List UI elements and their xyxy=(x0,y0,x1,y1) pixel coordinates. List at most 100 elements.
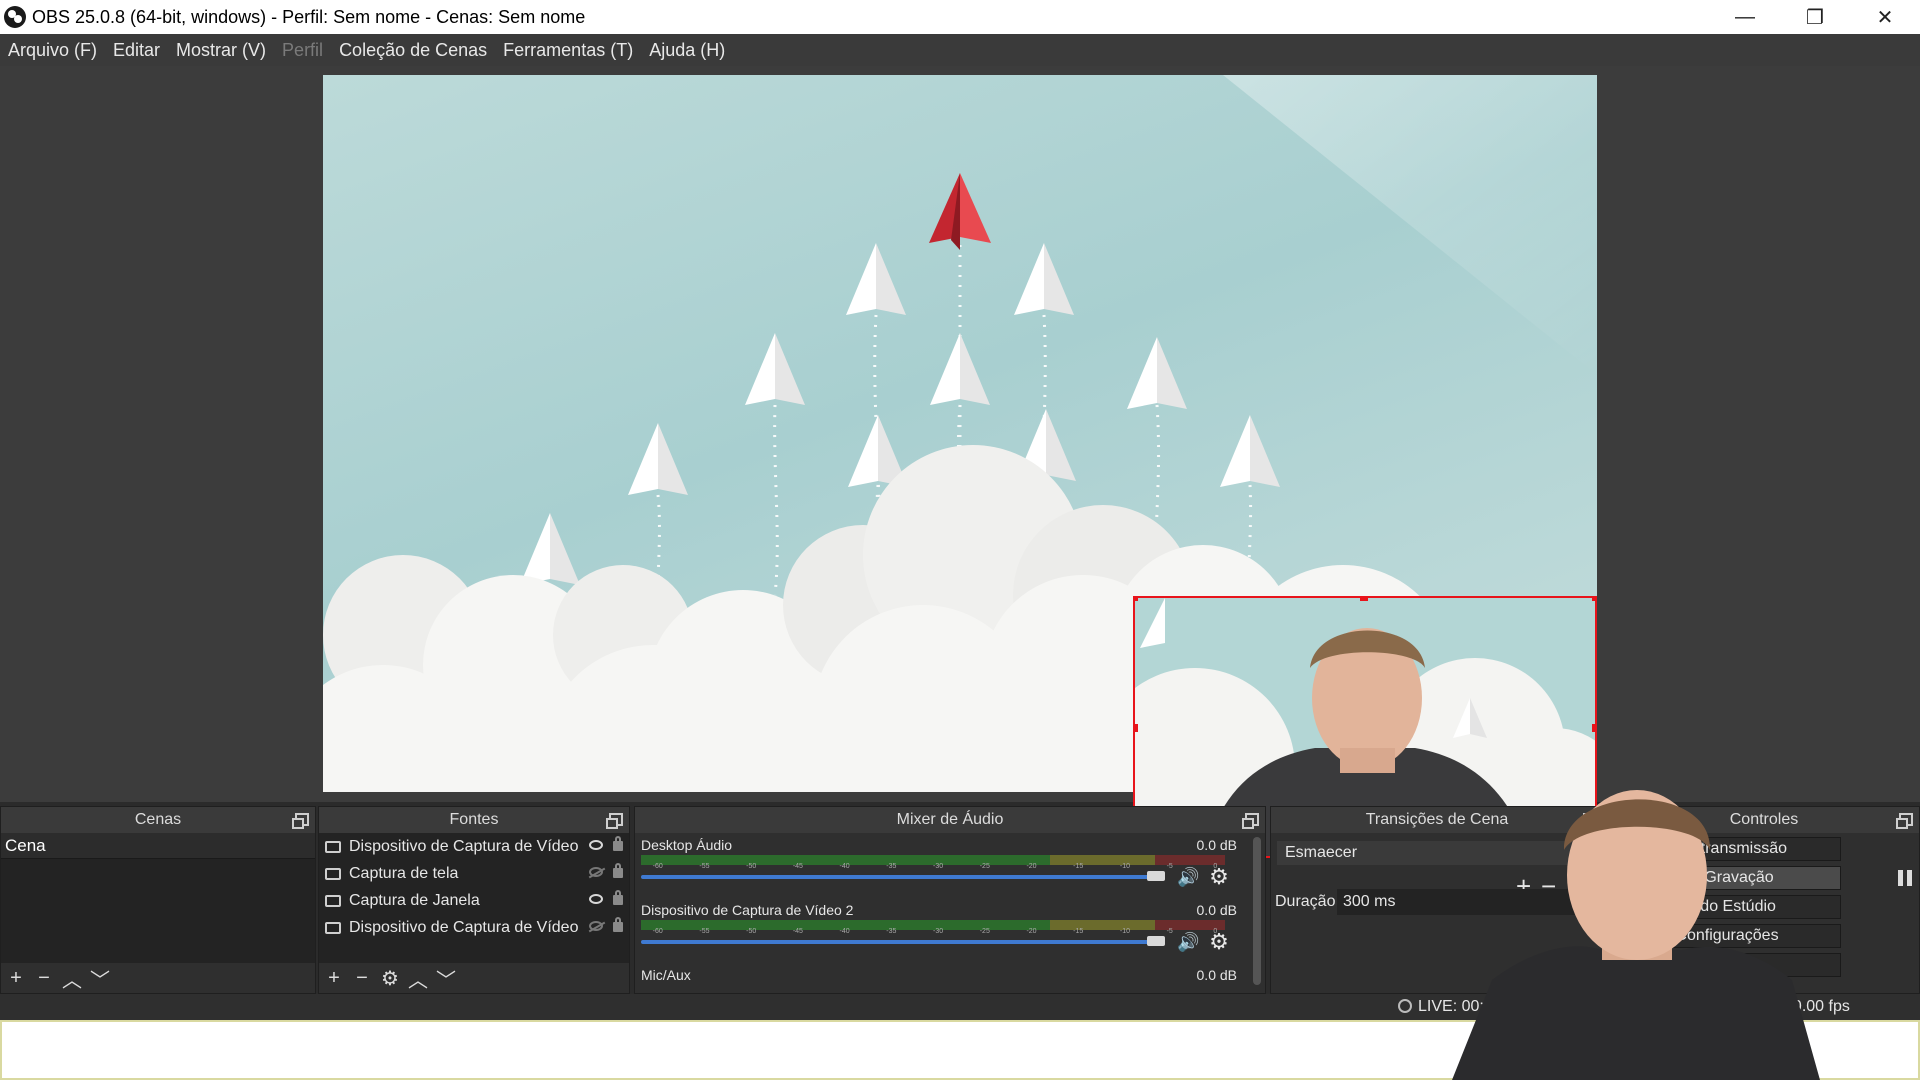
sources-dock-header: Fontes xyxy=(319,807,629,833)
visibility-hidden-icon[interactable] xyxy=(589,921,603,931)
undock-icon[interactable] xyxy=(1896,813,1913,829)
scale-tick: -20 xyxy=(1026,928,1037,935)
menu-ajuda[interactable]: Ajuda (H) xyxy=(641,40,733,61)
scale-tick: -5 xyxy=(1166,863,1173,870)
move-up-icon[interactable]: ︿ xyxy=(408,968,428,992)
scale-tick: -30 xyxy=(933,928,944,935)
menu-colecao-de-cenas[interactable]: Coleção de Cenas xyxy=(331,40,495,61)
speaker-icon[interactable]: 🔊 xyxy=(1177,867,1199,887)
scale-tick: -45 xyxy=(792,928,803,935)
mixer-track: Mic/Aux 0.0 dB xyxy=(639,967,1245,991)
scale-tick: -5 xyxy=(1166,928,1173,935)
window-icon xyxy=(325,894,341,907)
source-label: Dispositivo de Captura de Vídeo xyxy=(349,837,579,855)
menu-ferramentas[interactable]: Ferramentas (T) xyxy=(495,40,641,61)
pause-recording-icon[interactable] xyxy=(1895,866,1915,890)
menu-bar: Arquivo (F) Editar Mostrar (V) Perfil Co… xyxy=(0,34,1920,66)
sources-dock: Fontes Dispositivo de Captura de Vídeo C… xyxy=(318,806,630,994)
volume-slider[interactable] xyxy=(641,875,1165,879)
minimize-button[interactable]: — xyxy=(1710,0,1780,34)
scenes-dock: Cenas Cena + − ︿ ﹀ xyxy=(0,806,316,994)
mixer-tracks: Desktop Áudio 0.0 dB -60 -55 -50 -45 -40… xyxy=(635,833,1265,993)
scenes-list[interactable]: Cena xyxy=(1,833,315,963)
mixer-dock-title: Mixer de Áudio xyxy=(896,811,1004,828)
camera-icon xyxy=(325,921,341,934)
sources-list[interactable]: Dispositivo de Captura de Vídeo Captura … xyxy=(319,833,629,963)
scale-tick: -50 xyxy=(746,928,757,935)
scenes-dock-header: Cenas xyxy=(1,807,315,833)
menu-arquivo[interactable]: Arquivo (F) xyxy=(0,40,105,61)
speaker-icon[interactable]: 🔊 xyxy=(1177,932,1199,952)
scale-tick: -35 xyxy=(886,928,897,935)
source-label: Captura de Janela xyxy=(349,891,480,909)
scene-item[interactable]: Cena xyxy=(1,833,315,859)
maximize-button[interactable]: ❐ xyxy=(1780,0,1850,34)
resize-handle-right[interactable] xyxy=(1592,724,1595,732)
gear-icon[interactable]: ⚙ xyxy=(1207,930,1231,954)
remove-scene-button[interactable]: − xyxy=(35,967,53,989)
sources-toolbar: + − ⚙ ︿ ﹀ xyxy=(319,963,629,993)
lock-icon[interactable] xyxy=(613,917,623,932)
scale-tick: -50 xyxy=(746,863,757,870)
source-item[interactable]: Captura de Janela xyxy=(319,887,629,914)
volume-slider[interactable] xyxy=(641,940,1165,944)
visibility-eye-icon[interactable] xyxy=(589,894,603,904)
close-button[interactable]: ✕ xyxy=(1850,0,1920,34)
sources-dock-title: Fontes xyxy=(449,811,499,828)
move-up-icon[interactable]: ︿ xyxy=(62,968,82,992)
add-scene-button[interactable]: + xyxy=(7,967,25,989)
scale-tick: -10 xyxy=(1119,863,1130,870)
volume-slider-handle[interactable] xyxy=(1147,871,1165,881)
duration-label: Duração xyxy=(1275,893,1336,910)
scale-tick: -30 xyxy=(933,863,944,870)
scale-tick: -40 xyxy=(839,863,850,870)
scale-tick: -25 xyxy=(979,928,990,935)
source-label: Captura de tela xyxy=(349,864,459,882)
resize-handle-top[interactable] xyxy=(1360,598,1368,601)
gear-icon[interactable]: ⚙ xyxy=(1207,865,1231,889)
undock-icon[interactable] xyxy=(292,813,309,829)
scale-tick: -55 xyxy=(699,928,710,935)
title-bar: OBS 25.0.8 (64-bit, windows) - Perfil: S… xyxy=(0,0,1920,34)
scale-tick: -10 xyxy=(1119,928,1130,935)
move-down-icon[interactable]: ﹀ xyxy=(436,968,456,992)
window-title: OBS 25.0.8 (64-bit, windows) - Perfil: S… xyxy=(32,6,586,27)
resize-handle-left[interactable] xyxy=(1135,724,1138,732)
scale-tick: -60 xyxy=(652,928,663,935)
menu-editar[interactable]: Editar xyxy=(105,40,168,61)
visibility-eye-icon[interactable] xyxy=(589,840,603,850)
undock-icon[interactable] xyxy=(606,813,623,829)
source-item[interactable]: Captura de tela xyxy=(319,860,629,887)
preview-area[interactable] xyxy=(0,66,1920,858)
undock-icon[interactable] xyxy=(1242,813,1259,829)
broadcast-icon xyxy=(1398,999,1412,1013)
volume-slider-handle[interactable] xyxy=(1147,936,1165,946)
resize-handle-top-left[interactable] xyxy=(1135,598,1138,601)
audio-mixer-dock: Mixer de Áudio Desktop Áudio 0.0 dB -60 … xyxy=(634,806,1266,994)
source-properties-gear-icon[interactable]: ⚙ xyxy=(381,968,399,990)
lock-icon[interactable] xyxy=(613,836,623,851)
scale-tick: -35 xyxy=(886,863,897,870)
track-name: Dispositivo de Captura de Vídeo 2 xyxy=(641,902,854,918)
menu-mostrar[interactable]: Mostrar (V) xyxy=(168,40,274,61)
remove-source-button[interactable]: − xyxy=(353,967,371,989)
move-down-icon[interactable]: ﹀ xyxy=(90,968,110,992)
scale-tick: -15 xyxy=(1073,928,1084,935)
scale-tick: -45 xyxy=(792,863,803,870)
track-db: 0.0 dB xyxy=(1196,902,1237,918)
add-source-button[interactable]: + xyxy=(325,967,343,989)
menu-perfil[interactable]: Perfil xyxy=(274,40,331,61)
scale-tick: -15 xyxy=(1073,863,1084,870)
resize-handle-top-right[interactable] xyxy=(1592,598,1595,601)
mixer-track: Desktop Áudio 0.0 dB -60 -55 -50 -45 -40… xyxy=(639,837,1245,897)
source-item[interactable]: Dispositivo de Captura de Vídeo xyxy=(319,833,629,860)
scenes-dock-title: Cenas xyxy=(134,811,182,828)
mixer-scrollbar[interactable] xyxy=(1253,837,1261,985)
lock-icon[interactable] xyxy=(613,890,623,905)
visibility-hidden-icon[interactable] xyxy=(589,867,603,877)
presenter-person xyxy=(1452,790,1820,1080)
camera-icon xyxy=(325,840,341,853)
mixer-dock-header: Mixer de Áudio xyxy=(635,807,1265,833)
lock-icon[interactable] xyxy=(613,863,623,878)
source-item[interactable]: Dispositivo de Captura de Vídeo xyxy=(319,914,629,941)
